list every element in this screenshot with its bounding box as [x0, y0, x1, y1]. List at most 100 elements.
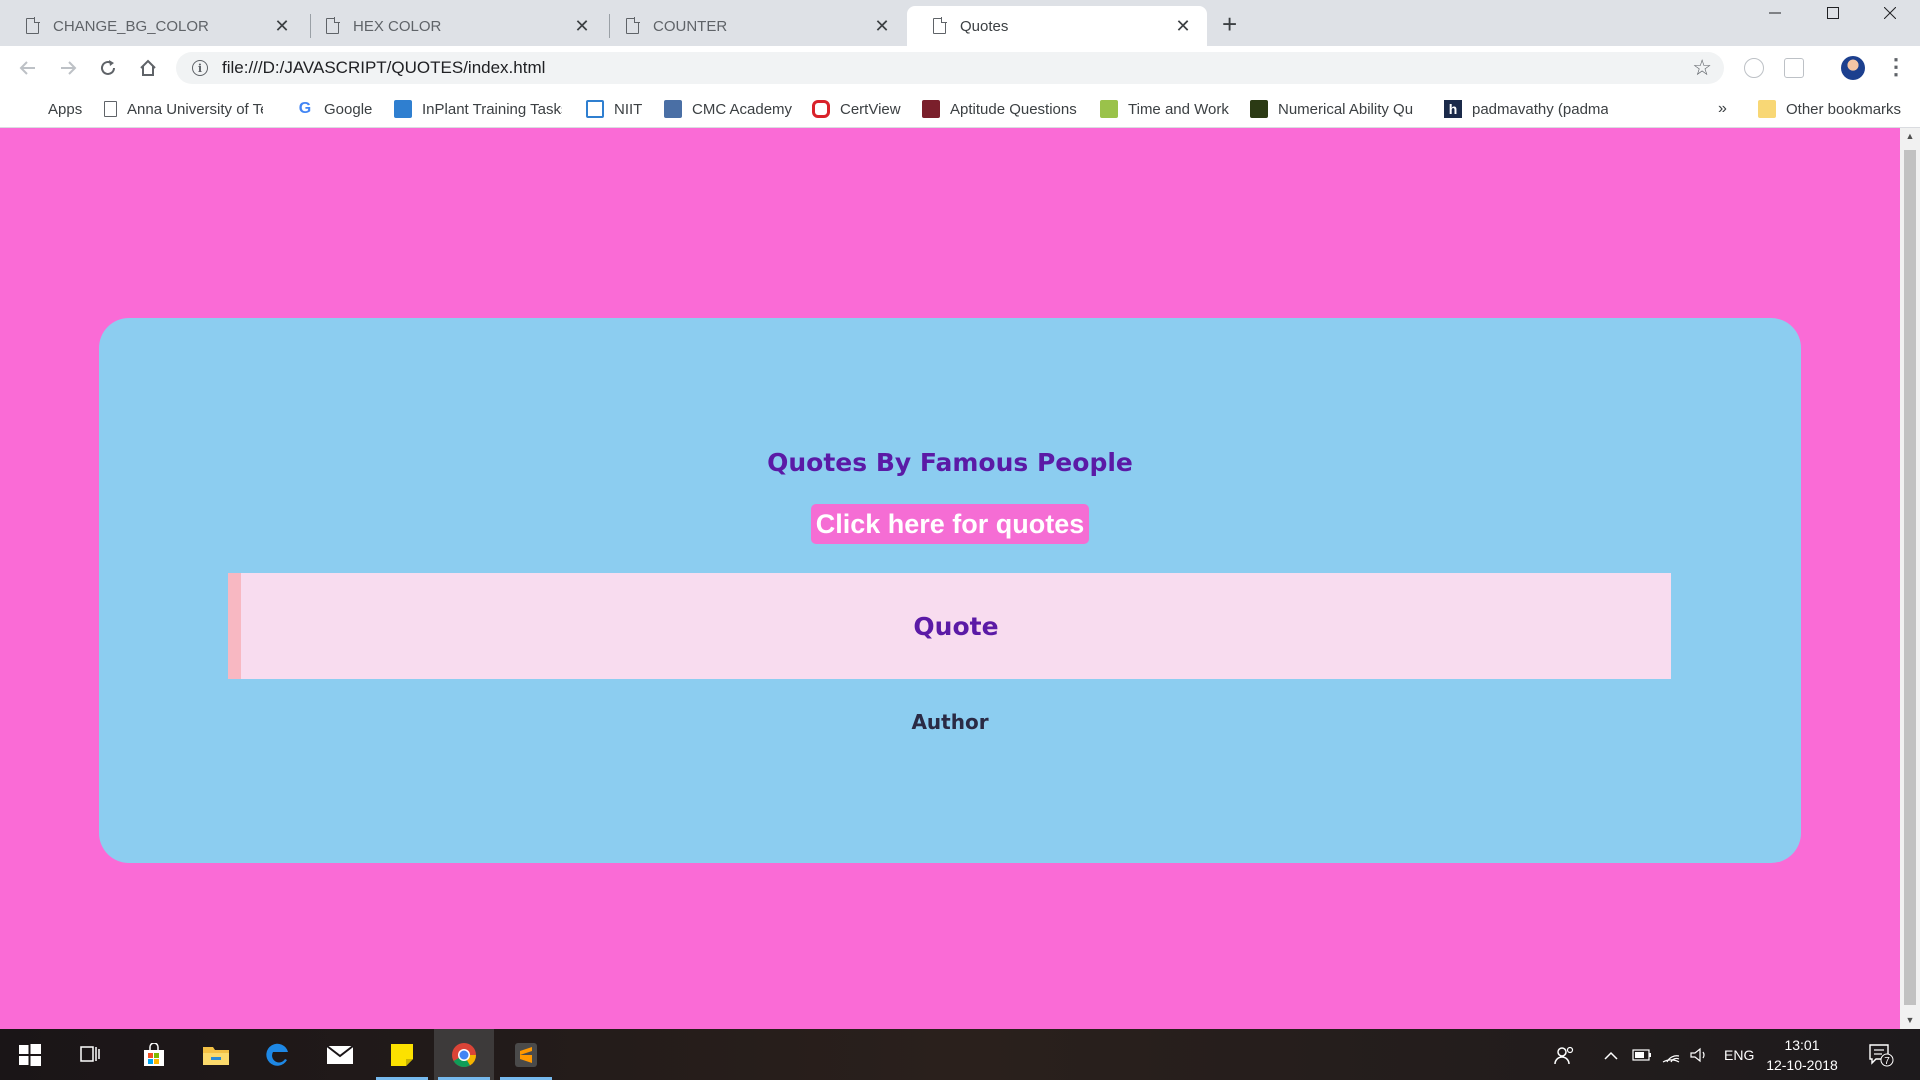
chrome-icon: [452, 1042, 476, 1067]
back-button[interactable]: [14, 54, 42, 82]
bookmarks-bar: Apps Anna University of Te G Google InPl…: [0, 90, 1920, 128]
bookmark-apps[interactable]: Apps: [20, 98, 82, 120]
niit-icon: [586, 100, 604, 118]
google-icon: G: [298, 100, 312, 117]
edge-icon: [266, 1043, 288, 1066]
mail-button[interactable]: [310, 1029, 370, 1080]
battery-icon[interactable]: [1632, 1029, 1652, 1080]
page-icon: [326, 17, 340, 34]
address-bar[interactable]: i file:///D:/JAVASCRIPT/QUOTES/index.htm…: [176, 52, 1724, 84]
bookmark-numerical-ability[interactable]: Numerical Ability Qu: [1250, 98, 1413, 120]
home-button[interactable]: [134, 54, 162, 82]
clock-date: 12-10-2018: [1766, 1057, 1838, 1073]
clock-time: 13:01: [1784, 1037, 1820, 1053]
task-view-icon: [80, 1045, 100, 1062]
system-clock[interactable]: 13:01 12-10-2018: [1762, 1035, 1842, 1075]
store-button[interactable]: [124, 1029, 184, 1080]
bookmark-label: Numerical Ability Qu: [1278, 100, 1414, 118]
info-icon[interactable]: i: [192, 60, 208, 76]
bookmark-anna-university[interactable]: Anna University of Te: [104, 98, 263, 120]
people-icon[interactable]: [1554, 1029, 1574, 1080]
bookmark-aptitude-questions[interactable]: Aptitude Questions: [922, 98, 1077, 120]
notification-count: 7: [1884, 1056, 1890, 1067]
numerical-icon: [1250, 100, 1268, 118]
bookmark-certview[interactable]: CertView: [812, 98, 901, 120]
page-viewport: Quotes By Famous People Click here for q…: [0, 128, 1900, 1029]
vertical-scrollbar[interactable]: ▲ ▼: [1900, 128, 1920, 1029]
notification-icon: 7: [1869, 1043, 1894, 1067]
minimize-icon: [1769, 12, 1781, 14]
close-tab-icon[interactable]: ✕: [1173, 16, 1193, 37]
page-icon: [626, 17, 640, 34]
hackerrank-icon: h: [1444, 100, 1462, 118]
maximize-button[interactable]: [1805, 0, 1861, 26]
scroll-down-icon[interactable]: ▼: [1900, 1012, 1920, 1029]
bookmark-cmc-academy[interactable]: CMC Academy: [664, 98, 792, 120]
tab-title: Quotes: [960, 17, 1009, 35]
wifi-icon[interactable]: [1662, 1029, 1680, 1080]
tab-strip: CHANGE_BG_COLOR ✕ HEX COLOR ✕ COUNTER ✕ …: [0, 0, 1920, 46]
task-view-button[interactable]: [60, 1029, 120, 1080]
bookmark-padmavathy[interactable]: h padmavathy (padma: [1444, 98, 1608, 120]
close-icon: [1884, 7, 1896, 19]
bookmark-star-icon[interactable]: ☆: [1692, 55, 1712, 81]
tab-quotes[interactable]: Quotes ✕: [907, 6, 1207, 46]
aptitude-icon: [922, 100, 940, 118]
quote-box: Quote: [228, 573, 1671, 679]
show-hidden-icons-icon[interactable]: [1604, 1029, 1618, 1080]
edge-button[interactable]: [248, 1029, 308, 1080]
language-indicator[interactable]: ENG: [1724, 1029, 1754, 1080]
sublime-text-button[interactable]: [496, 1029, 556, 1080]
windows-start-icon: [19, 1043, 41, 1066]
bookmark-label: CertView: [840, 100, 901, 118]
store-icon: [144, 1042, 164, 1066]
sticky-notes-button[interactable]: [372, 1029, 432, 1080]
menu-icon[interactable]: ⋮: [1885, 54, 1907, 80]
volume-icon[interactable]: [1690, 1029, 1708, 1080]
quote-text: Quote: [913, 611, 999, 641]
tab-title: CHANGE_BG_COLOR: [53, 17, 209, 35]
start-button[interactable]: [0, 1029, 60, 1080]
windows-taskbar: ENG 13:01 12-10-2018 7: [0, 1029, 1920, 1080]
book-icon: [394, 100, 412, 118]
close-tab-icon[interactable]: ✕: [272, 16, 292, 37]
get-quote-button[interactable]: Click here for quotes: [811, 504, 1089, 544]
new-tab-button[interactable]: +: [1222, 10, 1237, 38]
bookmark-niit[interactable]: NIIT: [586, 98, 642, 120]
minimize-button[interactable]: [1747, 0, 1803, 26]
cmc-icon: [664, 100, 682, 118]
scroll-up-icon[interactable]: ▲: [1900, 128, 1920, 145]
action-center-button[interactable]: 7: [1868, 1029, 1894, 1080]
bookmark-time-and-work[interactable]: Time and Work: [1100, 98, 1229, 120]
back-arrow-icon: [19, 61, 35, 75]
reload-button[interactable]: [94, 54, 122, 82]
close-window-button[interactable]: [1862, 0, 1918, 26]
url-text[interactable]: file:///D:/JAVASCRIPT/QUOTES/index.html: [222, 58, 1692, 78]
maximize-icon: [1827, 7, 1839, 19]
folder-icon: [1758, 100, 1776, 118]
bookmark-inplant-training[interactable]: InPlant Training Tasks: [394, 98, 562, 120]
page-icon: [26, 17, 40, 34]
tab-change-bg-color[interactable]: CHANGE_BG_COLOR ✕: [0, 6, 306, 46]
close-tab-icon[interactable]: ✕: [572, 16, 592, 37]
extension-icon[interactable]: [1744, 58, 1764, 78]
bookmarks-overflow-button[interactable]: »: [1718, 98, 1727, 120]
chrome-button[interactable]: [434, 1029, 494, 1080]
author-text: Author: [911, 710, 989, 734]
home-icon: [140, 59, 156, 76]
other-bookmarks[interactable]: Other bookmarks: [1758, 98, 1901, 120]
file-explorer-button[interactable]: [186, 1029, 246, 1080]
scrollbar-thumb[interactable]: [1904, 150, 1916, 1005]
tab-hex-color[interactable]: HEX COLOR ✕: [300, 6, 606, 46]
oracle-icon: [812, 100, 830, 118]
profile-avatar[interactable]: [1841, 56, 1865, 80]
bookmark-label: Anna University of Te: [127, 100, 263, 118]
bookmark-label: CMC Academy: [692, 100, 793, 118]
time-work-icon: [1100, 100, 1118, 118]
close-tab-icon[interactable]: ✕: [872, 16, 892, 37]
forward-button[interactable]: [54, 54, 82, 82]
bookmark-google[interactable]: G Google: [296, 98, 373, 120]
bookmark-label: Aptitude Questions: [950, 100, 1077, 118]
tab-counter[interactable]: COUNTER ✕: [600, 6, 906, 46]
extension-icon[interactable]: [1784, 58, 1804, 78]
